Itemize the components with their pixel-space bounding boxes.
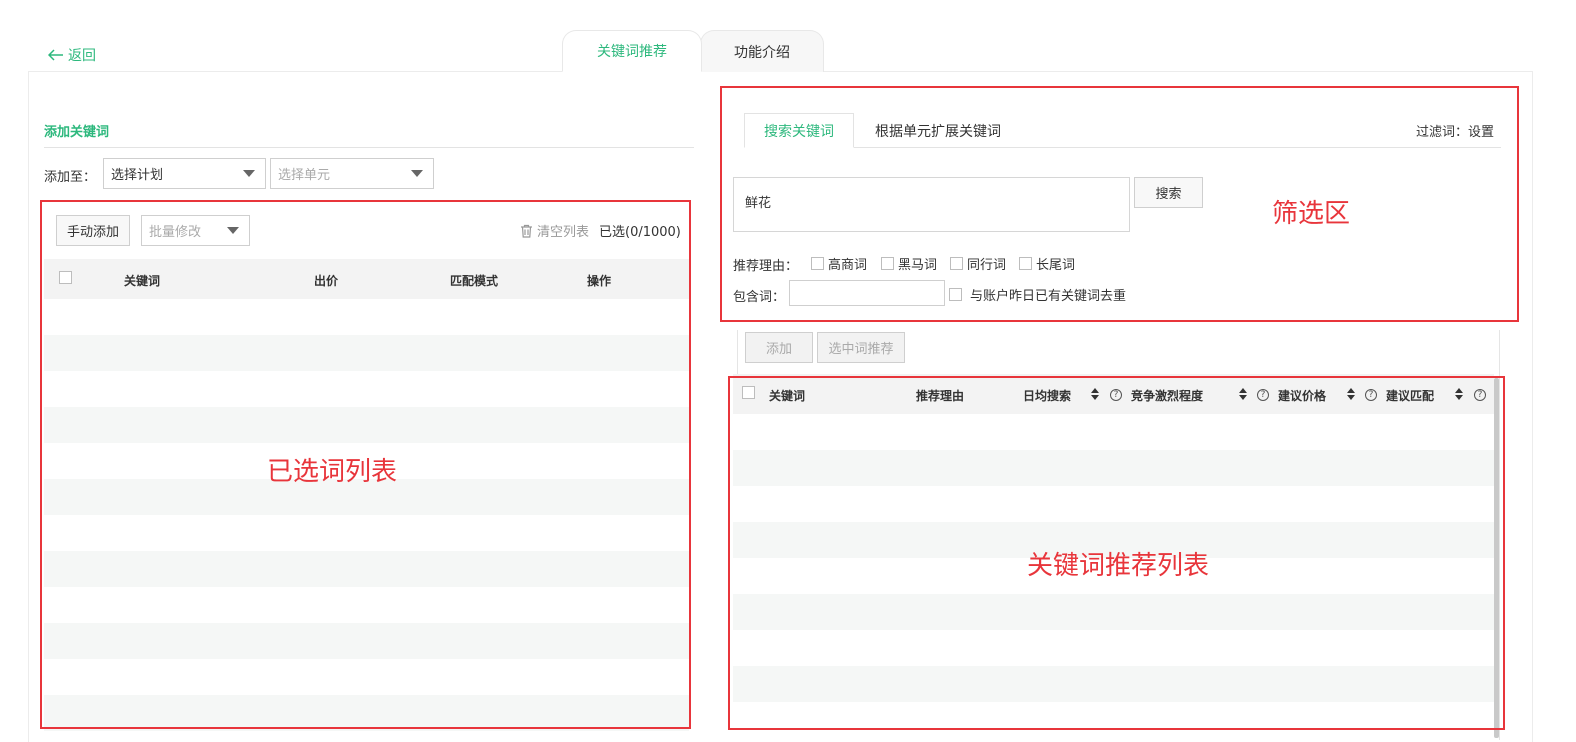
col-keyword[interactable]: 关键词	[124, 272, 160, 289]
sort-icon[interactable]	[1239, 388, 1248, 400]
section-divider	[44, 147, 694, 148]
help-icon[interactable]: ?	[1474, 389, 1486, 401]
table-row	[733, 414, 1494, 450]
col-suggested-match[interactable]: 建议匹配	[1386, 387, 1434, 404]
tab-keyword-recommend[interactable]: 关键词推荐	[562, 30, 702, 72]
col-keyword[interactable]: 关键词	[769, 387, 805, 404]
option-label: 黑马词	[898, 258, 938, 273]
include-words-input[interactable]	[789, 280, 945, 306]
checkbox[interactable]	[881, 257, 894, 270]
add-to-label: 添加至：	[44, 170, 97, 185]
manual-add-button[interactable]: 手动添加	[56, 215, 130, 246]
table-row	[44, 695, 689, 731]
plan-select[interactable]: 选择计划	[103, 158, 266, 189]
reason-option-long-tail[interactable]: 长尾词	[1019, 254, 1075, 273]
sort-icon[interactable]	[1455, 388, 1464, 400]
selected-count: 已选(0/1000)	[599, 225, 681, 240]
checkbox[interactable]	[950, 257, 963, 270]
col-reason[interactable]: 推荐理由	[916, 387, 964, 404]
batch-edit-select[interactable]: 批量修改	[141, 215, 250, 246]
table-row	[44, 623, 689, 659]
trash-icon	[521, 224, 532, 238]
help-icon[interactable]: ?	[1110, 389, 1122, 401]
table-row	[44, 335, 689, 371]
plan-select-value: 选择计划	[111, 168, 164, 183]
table-row	[733, 702, 1494, 738]
back-link[interactable]: 返回	[48, 45, 96, 65]
batch-edit-value: 批量修改	[149, 225, 202, 240]
unit-select[interactable]: 选择单元	[270, 158, 434, 189]
filter-words-setting-link[interactable]: 过滤词：设置	[1416, 121, 1494, 140]
checkbox[interactable]	[1019, 257, 1032, 270]
clear-list-button[interactable]: 清空列表	[520, 221, 589, 240]
reason-option-high-commercial[interactable]: 高商词	[811, 254, 867, 273]
sort-icon[interactable]	[1091, 388, 1100, 400]
include-words-label: 包含词：	[733, 290, 786, 305]
reason-option-dark-horse[interactable]: 黑马词	[881, 254, 937, 273]
col-daily-search[interactable]: 日均搜索	[1023, 387, 1071, 404]
col-competition[interactable]: 竞争激烈程度	[1131, 387, 1203, 404]
option-label: 高商词	[828, 258, 868, 273]
recommend-list-annotation: 关键词推荐列表	[1027, 551, 1210, 581]
reason-option-peer[interactable]: 同行词	[950, 254, 1006, 273]
table-row	[44, 659, 689, 695]
option-label: 长尾词	[1036, 258, 1076, 273]
filter-area-annotation: 筛选区	[1272, 199, 1351, 229]
checkbox[interactable]	[949, 288, 962, 301]
caret-down-icon	[411, 170, 423, 177]
table-row	[44, 371, 689, 407]
list-panel-border	[737, 330, 738, 375]
clear-list-label: 清空列表	[537, 225, 590, 240]
option-label: 同行词	[967, 258, 1007, 273]
add-button[interactable]: 添加	[745, 332, 813, 363]
help-icon[interactable]: ?	[1257, 389, 1269, 401]
col-bid[interactable]: 出价	[314, 272, 338, 289]
dedupe-option[interactable]: 与账户昨日已有关键词去重	[949, 285, 1126, 304]
arrow-left-icon	[48, 49, 63, 61]
table-row	[44, 587, 689, 623]
tab-feature-intro[interactable]: 功能介绍	[700, 30, 824, 72]
col-action[interactable]: 操作	[587, 272, 611, 289]
table-row	[733, 666, 1494, 702]
select-all-checkbox[interactable]	[742, 386, 755, 399]
selected-table-header: 关键词 出价 匹配模式 操作	[44, 259, 689, 299]
col-suggested-price[interactable]: 建议价格	[1278, 387, 1326, 404]
table-row	[733, 486, 1494, 522]
list-scrollbar[interactable]	[1494, 378, 1499, 738]
checkbox[interactable]	[811, 257, 824, 270]
reason-label: 推荐理由：	[733, 259, 799, 274]
dedupe-label: 与账户昨日已有关键词去重	[970, 289, 1127, 304]
col-match-mode[interactable]: 匹配模式	[450, 272, 498, 289]
add-keyword-title: 添加关键词	[44, 125, 110, 140]
caret-down-icon	[227, 227, 239, 234]
table-row	[733, 450, 1494, 486]
selected-table-body	[44, 299, 689, 731]
table-row	[44, 299, 689, 335]
table-row	[44, 551, 689, 587]
caret-down-icon	[243, 170, 255, 177]
table-row	[44, 407, 689, 443]
recommend-table-header: 关键词 推荐理由 日均搜索 ? 竞争激烈程度 ? 建议价格 ? 建议匹配 ?	[733, 374, 1494, 414]
unit-select-value: 选择单元	[278, 168, 331, 183]
list-panel-border	[1499, 330, 1500, 740]
recommend-selected-button[interactable]: 选中词推荐	[817, 332, 905, 363]
table-row	[733, 594, 1494, 630]
keyword-search-input[interactable]: 鲜花	[733, 177, 1130, 232]
select-all-checkbox[interactable]	[59, 271, 72, 284]
back-label: 返回	[68, 48, 96, 64]
help-icon[interactable]: ?	[1365, 389, 1377, 401]
tab-expand-by-unit[interactable]: 根据单元扩展关键词	[858, 113, 1018, 148]
selected-list-annotation: 已选词列表	[267, 457, 398, 487]
table-row	[44, 515, 689, 551]
search-button[interactable]: 搜索	[1134, 177, 1203, 208]
sort-icon[interactable]	[1347, 388, 1356, 400]
tab-search-keywords[interactable]: 搜索关键词	[744, 113, 854, 148]
table-row	[733, 630, 1494, 666]
